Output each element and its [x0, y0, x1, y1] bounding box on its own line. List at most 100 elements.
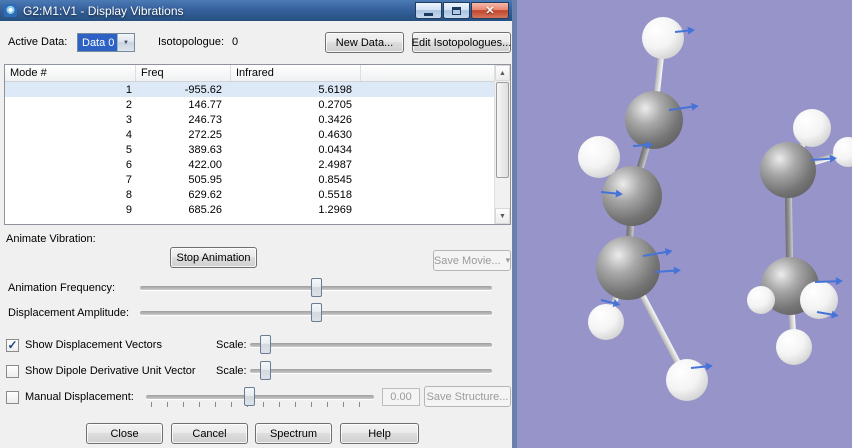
- column-header-filler: [361, 65, 510, 81]
- table-scrollbar[interactable]: ▲ ▼: [494, 65, 510, 224]
- active-data-value: Data 0: [78, 34, 117, 51]
- atom-hydrogen[interactable]: [833, 137, 852, 167]
- table-cell: 0.8545: [318, 173, 352, 186]
- save-movie-button[interactable]: Save Movie... ▾: [433, 250, 511, 271]
- animation-frequency-label: Animation Frequency:: [8, 282, 115, 294]
- slider-thumb[interactable]: [311, 278, 322, 297]
- slider-track: [250, 369, 492, 373]
- table-row[interactable]: 2 146.77 0.2705: [5, 97, 494, 112]
- app-icon: [4, 4, 17, 17]
- slider-thumb[interactable]: [259, 335, 271, 354]
- atom-hydrogen[interactable]: [776, 329, 812, 365]
- displacement-vector-arrow: [814, 277, 844, 286]
- table-cell: 2: [125, 98, 132, 111]
- table-row[interactable]: 1 -955.62 5.6198: [5, 82, 494, 97]
- restore-icon: [452, 6, 461, 15]
- slider-track: [250, 343, 492, 347]
- manual-displacement-slider[interactable]: [146, 386, 374, 408]
- table-cell: 5: [125, 143, 132, 156]
- dropdown-arrow-icon: ▾: [505, 255, 511, 265]
- atom-hydrogen[interactable]: [578, 136, 620, 178]
- cancel-button[interactable]: Cancel: [171, 423, 248, 444]
- edit-isotopologues-button[interactable]: Edit Isotopologues...: [412, 32, 511, 53]
- new-data-button[interactable]: New Data...: [325, 32, 404, 53]
- scroll-up-icon: ▲: [499, 69, 506, 77]
- table-row[interactable]: 5 389.63 0.0434: [5, 142, 494, 157]
- scroll-down-button[interactable]: ▼: [495, 208, 510, 224]
- isotopologue-value: 0: [232, 36, 239, 48]
- scrollbar-thumb[interactable]: [496, 82, 509, 178]
- table-cell: 246.73: [188, 113, 222, 126]
- isotopologue-label: Isotopologue:: [158, 36, 225, 48]
- dialog-body: Active Data: Data 0 ▼ Isotopologue: 0 Ne…: [0, 21, 511, 448]
- atom-hydrogen[interactable]: [588, 304, 624, 340]
- slider-thumb[interactable]: [311, 303, 322, 322]
- table-row[interactable]: 6 422.00 2.4987: [5, 157, 494, 172]
- vibration-table: Mode # Freq Infrared 1 -955.62 5.6198 2 146.…: [4, 64, 511, 225]
- displacement-amplitude-label: Displacement Amplitude:: [8, 307, 130, 319]
- vibration-table-body: 1 -955.62 5.6198 2 146.77 0.2705 3 246.73 0.3426…: [5, 82, 494, 224]
- stop-animation-button[interactable]: Stop Animation: [170, 247, 257, 268]
- stop-animation-label: Stop Animation: [176, 251, 251, 264]
- animation-frequency-slider[interactable]: [140, 277, 492, 299]
- save-structure-button[interactable]: Save Structure...: [424, 386, 511, 407]
- table-header: Mode # Freq Infrared: [5, 65, 510, 82]
- combo-dropdown-button[interactable]: ▼: [117, 34, 134, 51]
- table-cell: 2.4987: [318, 158, 352, 171]
- atom-carbon[interactable]: [596, 236, 660, 300]
- table-cell: 3: [125, 113, 132, 126]
- atom-carbon[interactable]: [760, 142, 816, 198]
- molecule-viewport[interactable]: [517, 0, 852, 448]
- table-cell: 7: [125, 173, 132, 186]
- window-title: G2:M1:V1 - Display Vibrations: [23, 3, 184, 18]
- close-icon: ✕: [485, 5, 495, 17]
- table-cell: 0.5518: [318, 188, 352, 201]
- spectrum-button[interactable]: Spectrum: [255, 423, 332, 444]
- table-row[interactable]: 3 246.73 0.3426: [5, 112, 494, 127]
- table-row[interactable]: 7 505.95 0.8545: [5, 172, 494, 187]
- manual-displacement-field[interactable]: 0.00: [382, 388, 420, 406]
- scroll-up-button[interactable]: ▲: [495, 65, 510, 81]
- displacement-amplitude-slider[interactable]: [140, 302, 492, 324]
- table-cell: 505.95: [188, 173, 222, 186]
- atom-hydrogen[interactable]: [793, 109, 831, 147]
- atom-hydrogen[interactable]: [642, 17, 684, 59]
- displacement-vector-arrow: [674, 25, 696, 36]
- restore-button[interactable]: [443, 2, 470, 19]
- table-row[interactable]: 4 272.25 0.4630: [5, 127, 494, 142]
- help-button[interactable]: Help: [340, 423, 419, 444]
- save-movie-label: Save Movie...: [433, 254, 501, 267]
- table-cell: 1.2969: [318, 203, 352, 216]
- column-header-freq[interactable]: Freq: [136, 65, 231, 81]
- minimize-icon: [424, 12, 433, 16]
- dipole-scale-label: Scale:: [216, 365, 247, 377]
- table-cell: 1: [125, 83, 132, 96]
- table-cell: 0.3426: [318, 113, 352, 126]
- manual-displacement-checkbox[interactable]: [6, 391, 19, 404]
- table-row[interactable]: 8 629.62 0.5518: [5, 187, 494, 202]
- show-vectors-checkbox[interactable]: ✓: [6, 339, 19, 352]
- active-data-select[interactable]: Data 0 ▼: [77, 33, 135, 52]
- close-dialog-button[interactable]: Close: [86, 423, 163, 444]
- spectrum-label: Spectrum: [269, 427, 318, 440]
- slider-thumb[interactable]: [259, 361, 271, 380]
- close-button[interactable]: ✕: [471, 2, 509, 19]
- slider-thumb[interactable]: [243, 387, 255, 406]
- show-dipole-checkbox[interactable]: [6, 365, 19, 378]
- dipole-scale-slider[interactable]: [250, 360, 492, 382]
- help-label: Help: [368, 427, 391, 440]
- atom-hydrogen[interactable]: [747, 286, 775, 314]
- slider-track: [146, 395, 374, 399]
- minimize-button[interactable]: [415, 2, 442, 19]
- save-structure-label: Save Structure...: [426, 390, 509, 403]
- scroll-down-icon: ▼: [499, 212, 506, 220]
- titlebar[interactable]: G2:M1:V1 - Display Vibrations ✕: [0, 0, 512, 21]
- column-header-infrared[interactable]: Infrared: [231, 65, 361, 81]
- column-header-mode[interactable]: Mode #: [5, 65, 136, 81]
- manual-displacement-value: 0.00: [390, 391, 412, 403]
- vector-scale-slider[interactable]: [250, 334, 492, 356]
- table-row[interactable]: 9 685.26 1.2969: [5, 202, 494, 217]
- close-dialog-label: Close: [110, 427, 139, 440]
- displacement-vector-arrow: [810, 154, 838, 164]
- atom-carbon[interactable]: [625, 91, 683, 149]
